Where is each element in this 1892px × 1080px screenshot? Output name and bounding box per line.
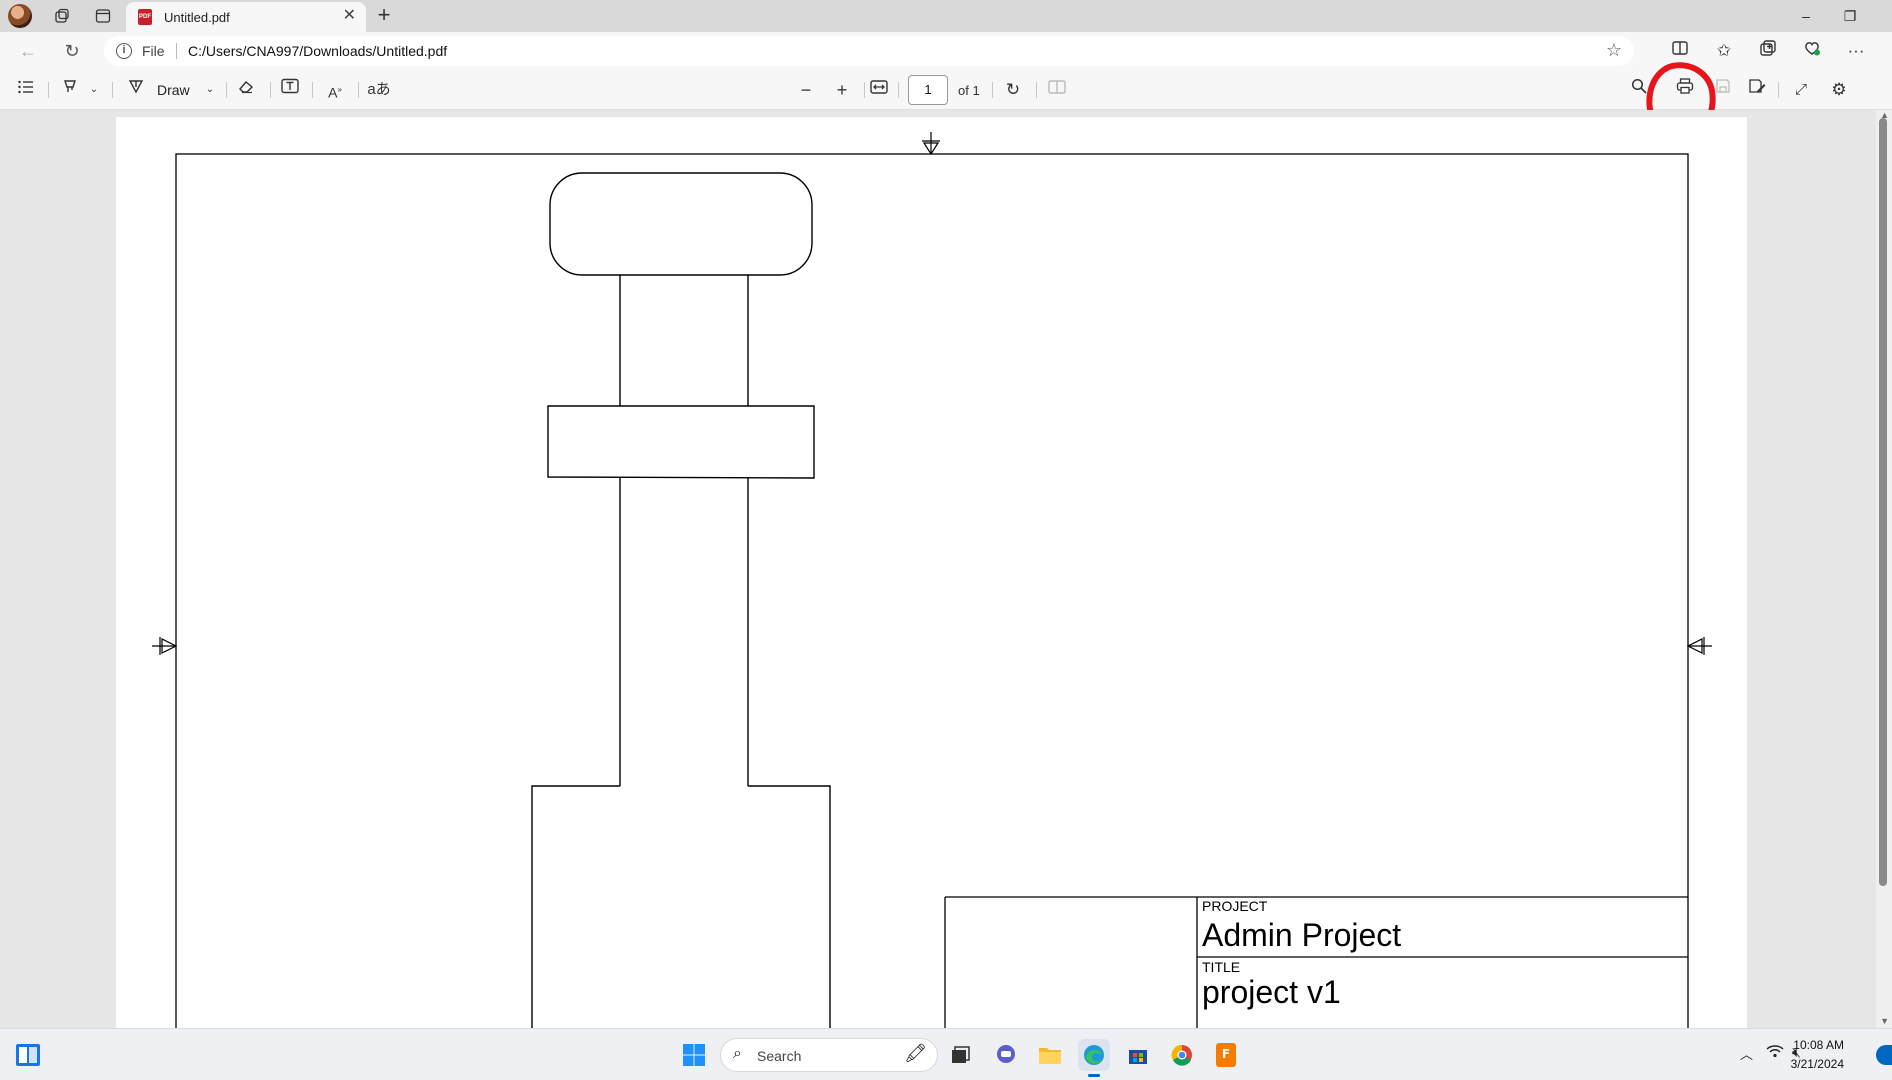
project-value: Admin Project <box>1202 917 1402 953</box>
browser-essentials-icon[interactable] <box>1798 39 1826 63</box>
favorite-star-icon[interactable]: ☆ <box>1606 40 1622 61</box>
title-value: project v1 <box>1202 974 1341 1010</box>
process-rectangle <box>547 405 815 479</box>
save-as-icon[interactable] <box>1744 78 1770 102</box>
address-row: ← ↻ i File C:/Users/CNA997/Downloads/Unt… <box>0 32 1892 70</box>
back-arrow-icon[interactable]: ← <box>14 39 42 63</box>
teams-chat-icon[interactable] <box>990 1039 1022 1071</box>
highlight-icon[interactable] <box>58 78 82 102</box>
draw-dropdown-chevron-icon[interactable]: ⌄ <box>202 78 218 102</box>
collections-icon[interactable] <box>1754 39 1782 63</box>
windows-taskbar: ⌕ Search 🖍 F ︿ 🔇︎ 10:08 AM 3/21/2024 <box>0 1028 1892 1080</box>
page-total-label: of 1 <box>958 83 980 98</box>
split-screen-icon[interactable] <box>1666 39 1694 63</box>
scroll-down-arrow-icon[interactable]: ▼ <box>1880 1016 1889 1026</box>
chrome-icon[interactable] <box>1166 1039 1198 1071</box>
pdf-viewer: PROJECT Admin Project TITLE project v1 ▲… <box>0 110 1892 1028</box>
scheme-label: File <box>142 43 165 59</box>
clock-date[interactable]: 3/21/2024 <box>1791 1057 1844 1071</box>
project-label: PROJECT <box>1202 898 1268 914</box>
taskbar-search-box[interactable]: ⌕ Search 🖍 <box>720 1038 938 1072</box>
draw-label[interactable]: Draw <box>157 82 190 98</box>
toolbar-divider <box>226 82 227 98</box>
toolbar-divider <box>112 82 113 98</box>
title-label: TITLE <box>1202 959 1241 975</box>
address-separator <box>176 43 177 59</box>
contents-list-icon[interactable] <box>14 78 38 102</box>
task-view-icon[interactable] <box>944 1039 976 1071</box>
zoom-out-icon[interactable]: − <box>794 78 818 102</box>
info-icon[interactable]: i <box>116 43 132 59</box>
profile-avatar[interactable] <box>8 4 32 28</box>
toolbar-divider <box>992 82 993 98</box>
favorites-icon[interactable]: ✩ <box>1710 39 1738 63</box>
pdf-file-icon: PDF <box>138 9 152 25</box>
active-app-indicator <box>1088 1074 1100 1077</box>
search-magnifier-icon: ⌕ <box>733 1045 742 1062</box>
app-orange-icon[interactable]: F <box>1210 1039 1242 1071</box>
edge-browser-icon[interactable] <box>1078 1039 1110 1077</box>
draw-pen-icon[interactable] <box>124 78 148 102</box>
rotate-icon[interactable]: ↻ <box>1000 78 1026 102</box>
widgets-icon[interactable] <box>12 1039 44 1071</box>
workspaces-icon[interactable] <box>50 4 74 28</box>
more-options-icon[interactable]: ··· <box>1842 39 1870 63</box>
vertical-tabs-icon[interactable] <box>91 4 115 28</box>
refresh-icon[interactable]: ↻ <box>58 39 86 63</box>
toolbar-divider <box>312 82 313 98</box>
drawing-canvas <box>152 132 1712 1028</box>
toolbar-divider <box>864 82 865 98</box>
vertical-scrollbar[interactable]: ▲ ▼ <box>1876 110 1892 1028</box>
restore-button[interactable]: ❐ <box>1830 4 1870 28</box>
start-windows-icon[interactable] <box>678 1039 710 1071</box>
toolbar-divider <box>270 82 271 98</box>
add-text-icon[interactable] <box>278 78 302 102</box>
toolbar-divider <box>358 82 359 98</box>
address-bar[interactable]: i File C:/Users/CNA997/Downloads/Untitle… <box>104 36 1634 66</box>
microsoft-store-icon[interactable] <box>1122 1039 1154 1071</box>
pdf-toolbar: ⌄ Draw ⌄ A» aあ − + 1 of 1 ↻ ⤢ ⚙ <box>0 70 1892 110</box>
toolbar-divider <box>48 82 49 98</box>
left-center-marker <box>152 637 178 655</box>
top-center-marker <box>922 132 940 156</box>
highlight-dropdown-chevron-icon[interactable]: ⌄ <box>86 78 102 102</box>
file-explorer-icon[interactable] <box>1034 1039 1066 1071</box>
show-hidden-icons-chevron-icon[interactable]: ︿ <box>1740 1044 1753 1063</box>
tab-title: Untitled.pdf <box>164 10 230 25</box>
pdf-page: PROJECT Admin Project TITLE project v1 <box>116 117 1747 1028</box>
settings-gear-icon[interactable]: ⚙ <box>1826 78 1852 102</box>
toolbar-divider <box>1778 82 1779 98</box>
search-highlight-icon: 🖍 <box>904 1043 927 1063</box>
page-view-icon[interactable] <box>1044 78 1070 102</box>
toolbar-divider <box>898 82 899 98</box>
tab-close-icon[interactable]: ✕ <box>343 8 356 24</box>
zoom-in-icon[interactable]: + <box>830 78 854 102</box>
svg-text:F: F <box>1222 1047 1230 1061</box>
new-tab-button[interactable]: + <box>372 3 396 27</box>
right-center-marker <box>1686 637 1712 655</box>
minimize-button[interactable]: – <box>1786 4 1826 28</box>
eraser-icon[interactable] <box>234 78 258 102</box>
tab-untitled-pdf[interactable]: PDF Untitled.pdf ✕ <box>126 2 366 32</box>
wifi-icon[interactable] <box>1766 1044 1784 1062</box>
lower-block-shape <box>531 785 831 1028</box>
scrollbar-thumb[interactable] <box>1879 118 1887 886</box>
browser-title-bar: PDF Untitled.pdf ✕ + – ❐ <box>0 0 1892 32</box>
url-text[interactable]: C:/Users/CNA997/Downloads/Untitled.pdf <box>188 43 447 59</box>
rounded-start-shape <box>549 172 813 276</box>
fullscreen-icon[interactable]: ⤢ <box>1788 78 1814 102</box>
read-aloud-icon[interactable]: A» <box>322 78 348 102</box>
taskbar-search-placeholder: Search <box>757 1048 802 1064</box>
toolbar-divider <box>1036 82 1037 98</box>
clock-time[interactable]: 10:08 AM <box>1793 1038 1844 1052</box>
notification-badge[interactable] <box>1876 1045 1892 1065</box>
fit-to-width-icon[interactable] <box>866 78 892 102</box>
page-number-input[interactable]: 1 <box>908 75 948 105</box>
translate-icon[interactable]: aあ <box>366 78 392 102</box>
